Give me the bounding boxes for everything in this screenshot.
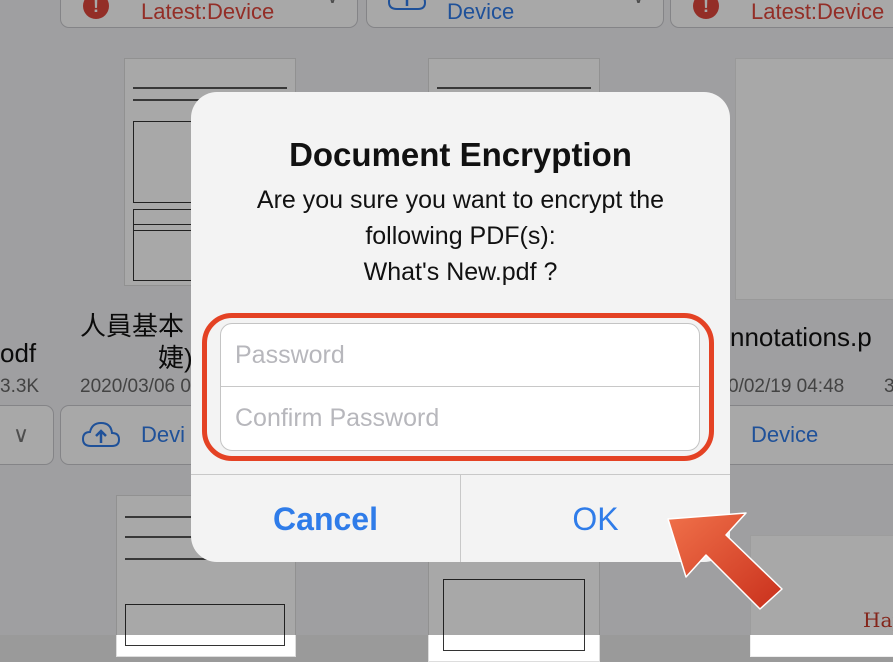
dialog-message-line: following PDF(s): (365, 222, 556, 250)
pointer-arrow-icon (667, 512, 783, 610)
dialog-file-name: What's New.pdf ? (363, 258, 558, 286)
encryption-dialog: Document Encryption Are you sure you wan… (191, 92, 730, 562)
password-input[interactable] (221, 324, 699, 386)
dialog-title: Document Encryption (289, 136, 632, 173)
dialog-message: Are you sure you want to encrypt the fol… (211, 182, 710, 290)
dialog-button-row: Cancel OK (191, 474, 730, 562)
password-fields (220, 323, 700, 451)
confirm-password-input[interactable] (221, 387, 699, 449)
dialog-message-line: Are you sure you want to encrypt the (256, 186, 665, 214)
cancel-button[interactable]: Cancel (191, 475, 460, 562)
